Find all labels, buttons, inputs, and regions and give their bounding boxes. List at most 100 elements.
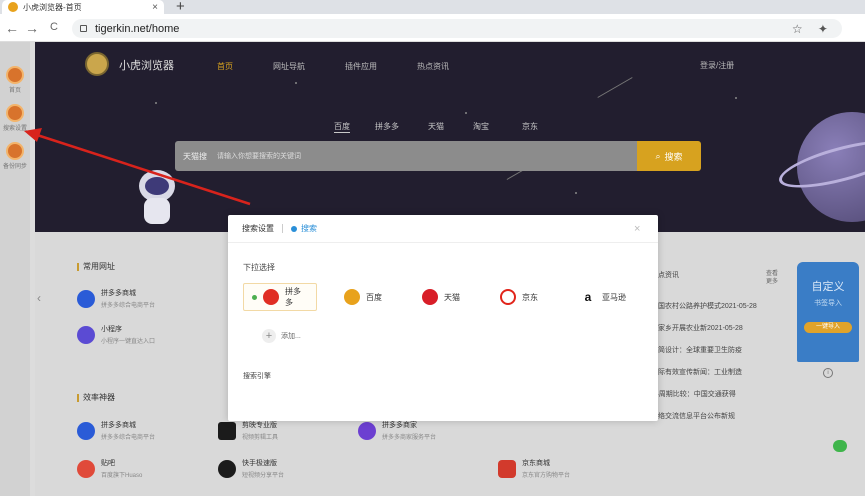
site-icon [77,289,95,308]
site-name: 快手极速版 [242,460,277,467]
tab-title: 小虎浏览器-首页 [23,2,82,12]
list-item[interactable]: 京东商城京东官方购物平台 [498,458,628,479]
astronaut-illustration [135,170,179,228]
site-desc: 小程序一键直达入口 [101,339,156,345]
back-button[interactable]: ← [4,20,20,36]
list-item[interactable]: 14周期比较：中国交通获得 [651,390,791,400]
list-item[interactable]: 拼多多商城 拼多多综合电商平台 [77,288,207,309]
browser-tabstrip: 小虎浏览器-首页 × + [0,0,865,15]
tab-close-icon[interactable]: × [152,2,158,13]
backup-sync-icon [6,142,24,160]
site-name: 剪映专业版 [242,422,277,429]
site-desc: 拼多多综合电商平台 [101,435,156,441]
reload-button[interactable]: C [46,21,62,33]
search-tab-pinduoduo[interactable]: 拼多多 [375,121,399,132]
browser-tab[interactable]: 小虎浏览器-首页 × [2,0,164,14]
nav-plugins[interactable]: 插件应用 [345,61,377,72]
hot-news-more-link[interactable]: 查看更多 [766,270,780,286]
tiger-favicon-icon [8,2,18,12]
plus-icon: + [262,329,276,343]
brand-name[interactable]: 小虎浏览器 [119,57,174,73]
site-name: 京东商城 [522,460,550,467]
url-field[interactable]: tigerkin.net/home ☆ ✦ [72,19,842,38]
lock-icon [80,25,87,32]
search-input[interactable]: 天猫搜 请输入你想要搜索的关键词 [175,141,637,171]
search-icon: ⌕ [655,150,661,161]
info-icon[interactable]: i [823,368,833,378]
list-item[interactable]: 网络交流信息平台公布新规 [651,412,791,422]
promo-cta-button[interactable]: 一键导入 [804,322,852,333]
search-tab-jd[interactable]: 京东 [522,121,538,132]
site-desc: 短视频分享平台 [242,473,285,479]
rail-item-backup-sync[interactable]: 备份同步 [3,142,27,170]
tiger-logo-icon[interactable] [85,52,109,76]
close-icon[interactable]: × [634,223,640,235]
browser-address-bar: ← → C tigerkin.net/home ☆ ✦ [0,14,865,42]
search-engine-label[interactable]: 天猫搜 [183,151,207,162]
dropdown-label: 下拉选择 [243,263,275,272]
toolbar-icons[interactable]: ☆ ✦ [792,22,834,36]
baidu-icon [344,289,360,305]
list-item[interactable]: 贴吧百度旗下Huaso [77,458,207,479]
promo-subtitle: 书签导入 [814,300,842,307]
tmall-icon [422,289,438,305]
engine-option-jd[interactable]: 京东 [492,283,546,311]
nav-url-guide[interactable]: 网址导航 [273,61,305,72]
search-placeholder: 请输入你想要搜索的关键词 [217,153,301,160]
list-item[interactable]: 国际有效宣传新闻：工业制造 [651,368,791,378]
section-title-common: 常用网址 [77,261,115,272]
list-item[interactable]: 小程序 小程序一键直达入口 [77,324,207,345]
chevron-left-icon[interactable]: ‹ [37,291,41,305]
new-tab-button[interactable]: + [176,0,185,15]
search-tab-icon [291,225,297,232]
nav-home[interactable]: 首页 [217,61,233,72]
engine-option-amazon[interactable]: a 亚马逊 [572,283,634,311]
list-item[interactable]: 我国农村公路养护模式2021-05-28 [651,302,791,312]
site-desc: 京东官方购物平台 [522,473,571,479]
pinduoduo-icon [263,289,279,305]
rail-item-search-settings[interactable]: 搜索设置 [3,104,27,132]
site-name: 贴吧 [101,460,115,467]
list-item[interactable]: 快手极速版短视频分享平台 [218,458,348,479]
engine-option-pinduoduo[interactable]: 拼多多 [243,283,317,311]
engine-option-label: 京东 [522,292,538,302]
site-desc: 百度旗下Huaso [101,473,143,479]
site-icon [358,421,376,440]
login-link[interactable]: 登录/注册 [700,60,734,71]
site-icon [77,325,95,344]
url-text[interactable]: tigerkin.net/home [95,23,784,35]
search-button-label: 搜索 [664,151,683,162]
engine-option-tmall[interactable]: 天猫 [414,283,468,311]
dialog-title: 搜索设置 [242,224,274,233]
list-item[interactable]: 拼多多商家 拼多多商家服务平台 [358,420,488,441]
list-item[interactable]: 以家乡开展农业新2021-05-28 [651,324,791,334]
rail-item-label: 备份同步 [3,164,28,170]
rail-item-home[interactable]: 首页 [3,66,27,94]
engine-option-label: 百度 [366,292,382,302]
rail-item-label: 搜索设置 [3,126,28,132]
add-engine-button[interactable]: + 添加... [262,325,301,347]
search-button[interactable]: ⌕ 搜索 [637,141,701,171]
site-name: 拼多多商城 [101,290,136,297]
rail-item-label: 首页 [8,88,21,94]
search-tab-baidu[interactable]: 百度 [334,121,350,133]
selected-dot-icon [252,294,257,300]
hot-news-panel: 热点资讯 查看更多 我国农村公路养护模式2021-05-28 以家乡开展农业新2… [651,270,791,422]
bookmark-import-banner[interactable]: 自定义 书签导入 一键导入 [797,262,859,362]
search-tab-taobao[interactable]: 淘宝 [473,121,489,132]
search-tab-tmall[interactable]: 天猫 [428,121,444,132]
wechat-icon[interactable] [833,440,847,452]
forward-button[interactable]: → [24,20,40,36]
list-item[interactable]: 精简设计：全球重要卫生防疫 [651,346,791,356]
engine-option-label: 天猫 [444,292,460,302]
nav-news[interactable]: 热点资讯 [417,61,449,72]
site-name: 拼多多商城 [101,422,136,429]
engine-option-baidu[interactable]: 百度 [336,283,390,311]
list-item[interactable]: 拼多多商城拼多多综合电商平台 [77,420,207,441]
engine-option-label: 拼多多 [285,287,301,307]
list-item[interactable]: 剪映专业版 视频剪辑工具 [218,420,348,441]
site-icon [77,421,95,440]
site-icon [498,459,516,478]
dialog-tab-search[interactable]: 搜索 [291,223,317,234]
site-icon [218,459,236,478]
